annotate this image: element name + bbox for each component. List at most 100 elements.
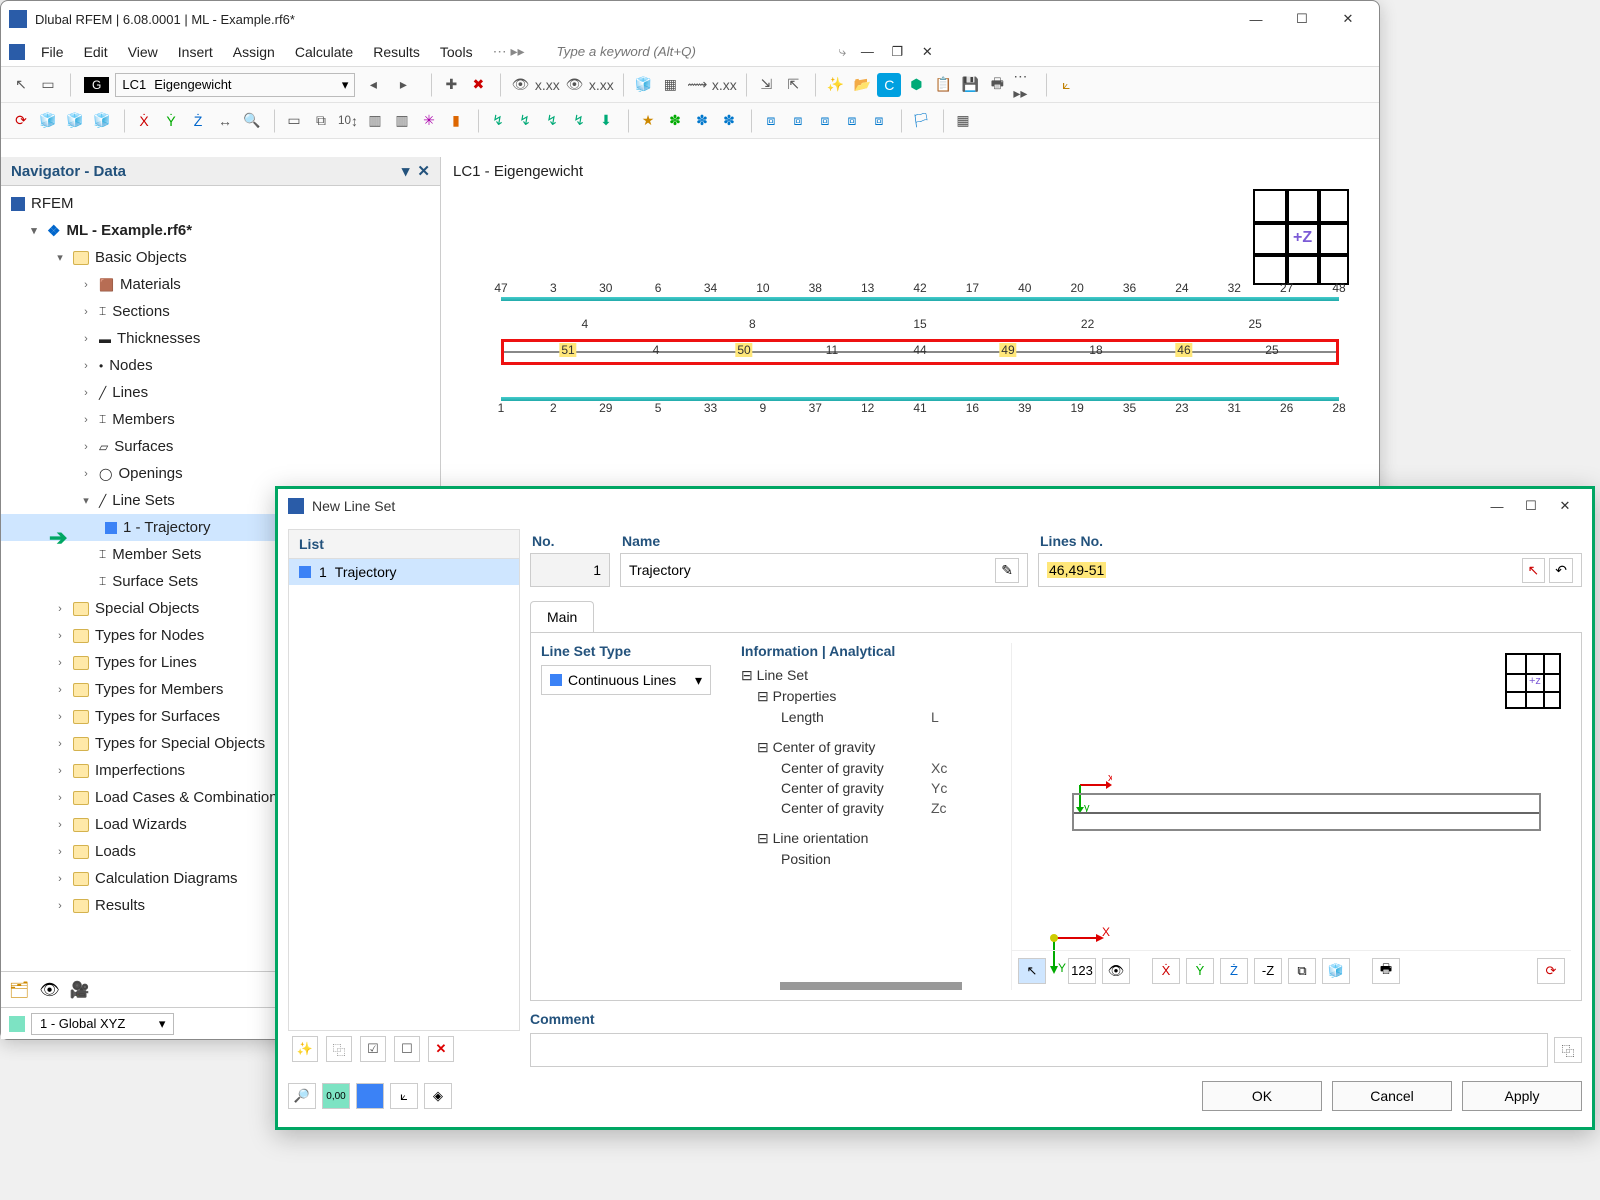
camera-icon[interactable]: 🎥 [70, 980, 90, 1000]
toolbar-icon[interactable]: ▥ [363, 109, 387, 133]
mdi-minimize[interactable]: — [854, 36, 880, 68]
preview-cube[interactable]: +z [1505, 653, 1561, 709]
tree-item-openings[interactable]: ›◯Openings [1, 460, 440, 487]
toolbar-icon[interactable]: 🧊 [631, 73, 655, 97]
toolbar-icon[interactable]: ⧈ [867, 109, 891, 133]
cloud-icon[interactable]: C [877, 73, 901, 97]
dialog-close[interactable]: ✕ [1548, 490, 1582, 522]
cancel-button[interactable]: Cancel [1332, 1081, 1452, 1111]
units-icon[interactable]: 0,00 [322, 1083, 350, 1109]
footer-icon[interactable]: 🗂 [9, 980, 29, 1000]
toolbar-icon[interactable]: ⬢ [904, 73, 928, 97]
color-icon[interactable] [356, 1083, 384, 1109]
lc-next-icon[interactable]: ▸ [391, 73, 415, 97]
loadcase-selector[interactable]: G LC1 Eigengewicht ▾ ◂ ▸ [84, 73, 415, 97]
save-icon[interactable]: 💾 [958, 73, 982, 97]
toolbar-icon[interactable]: 🧊 [63, 109, 87, 133]
cursor-icon[interactable]: ↖ [9, 73, 33, 97]
delete-item-icon[interactable]: ✕ [428, 1036, 454, 1062]
toolbar-icon[interactable]: 🧊 [90, 109, 114, 133]
lc-prev-icon[interactable]: ◂ [361, 73, 385, 97]
preview-tool-icon[interactable]: -Z [1254, 958, 1282, 984]
tree-item-nodes[interactable]: ›•Nodes [1, 352, 440, 379]
tree-item-thicknesses[interactable]: ›▬Thicknesses [1, 325, 440, 352]
toolbar-icon[interactable]: ▦ [658, 73, 682, 97]
menu-file[interactable]: File [33, 41, 72, 63]
scrollbar[interactable] [780, 982, 962, 990]
edit-icon[interactable]: ✎ [995, 558, 1019, 583]
toolbar-icon[interactable]: ⧈ [813, 109, 837, 133]
preview-tool-icon[interactable]: 123 [1068, 958, 1096, 984]
view-cube[interactable]: +Z [1253, 189, 1349, 285]
keyword-search[interactable] [555, 43, 835, 60]
toolbar-icon[interactable]: ✽ [663, 109, 687, 133]
toolbar-icon[interactable]: ▭ [282, 109, 306, 133]
comment-field[interactable] [530, 1033, 1548, 1067]
toolbar-icon[interactable]: x.xx [535, 73, 559, 97]
toolbar-icon[interactable]: 👁 [508, 73, 532, 97]
minimize-button[interactable]: — [1233, 3, 1279, 35]
menu-more-icon[interactable]: ⋯ ▸▸ [485, 40, 533, 63]
search-go-icon[interactable]: ⤷ [839, 43, 847, 60]
toolbar-icon[interactable]: ⟀ [1054, 73, 1078, 97]
tree-item-members[interactable]: ›⌶Members [1, 406, 440, 433]
toolbar-icon[interactable]: 10↕ [336, 109, 360, 133]
toolbar-icon[interactable]: 🏳 [909, 109, 933, 133]
maximize-button[interactable]: ☐ [1279, 3, 1325, 35]
preview-tool-icon[interactable]: 👁 [1102, 958, 1130, 984]
name-field[interactable]: Trajectory ✎ [620, 553, 1028, 587]
refresh-icon[interactable]: ⟳ [9, 109, 33, 133]
menu-results[interactable]: Results [365, 41, 428, 63]
toolbar-icon[interactable]: ↯ [486, 109, 510, 133]
lines-field[interactable]: 46,49-51 ↖ ↶ [1038, 553, 1582, 587]
coord-select[interactable]: 1 - Global XYZ ▾ [31, 1013, 174, 1035]
toolbar-icon[interactable]: ▦ [951, 109, 975, 133]
mdi-close[interactable]: ✕ [914, 36, 940, 68]
preview-tool-icon[interactable]: ⟳ [1537, 958, 1565, 984]
lineset-type-select[interactable]: Continuous Lines ▾ [541, 665, 711, 695]
apply-button[interactable]: Apply [1462, 1081, 1582, 1111]
uncheck-all-icon[interactable]: ☐ [394, 1036, 420, 1062]
toolbar-icon[interactable]: ⇲ [754, 73, 778, 97]
close-panel-icon[interactable]: ✕ [417, 162, 430, 180]
mdi-restore[interactable]: ❐ [884, 36, 910, 68]
eye-icon[interactable]: 👁 [39, 980, 59, 1000]
toolbar-icon[interactable]: ✽ [717, 109, 741, 133]
menu-insert[interactable]: Insert [170, 41, 221, 63]
open-icon[interactable]: 📂 [850, 73, 874, 97]
dialog-minimize[interactable]: — [1480, 490, 1514, 522]
pick-icon[interactable]: ↖ [1522, 558, 1546, 583]
toolbar-icon[interactable]: ⟿ [685, 73, 709, 97]
axis-y-icon[interactable]: Ẏ [159, 109, 183, 133]
toolbar-icon[interactable]: ↯ [567, 109, 591, 133]
dialog-preview[interactable]: +z xy X Y ↖ [1011, 643, 1571, 990]
new-icon[interactable]: ✨ [823, 73, 847, 97]
toolbar-icon[interactable]: ✳ [417, 109, 441, 133]
print-icon[interactable]: 🖶 [985, 73, 1009, 97]
tree-item-lines[interactable]: ›╱Lines [1, 379, 440, 406]
close-button[interactable]: ✕ [1325, 3, 1371, 35]
tree-item-surfaces[interactable]: ›▱Surfaces [1, 433, 440, 460]
preview-tool-icon[interactable]: ⧉ [1288, 958, 1316, 984]
menu-assign[interactable]: Assign [225, 41, 283, 63]
toolbar-icon[interactable]: x.xx [712, 73, 736, 97]
menu-view[interactable]: View [120, 41, 166, 63]
tree-basic-objects[interactable]: ▾Basic Objects [1, 244, 440, 271]
comment-library-icon[interactable]: ⿻ [1554, 1037, 1582, 1063]
toolbar-icon[interactable]: ▮ [444, 109, 468, 133]
toolbar-icon[interactable]: x.xx [589, 73, 613, 97]
undo-icon[interactable]: ↶ [1549, 558, 1573, 583]
axis-x-icon[interactable]: Ẋ [132, 109, 156, 133]
toolbar-icon[interactable]: ↔ [213, 109, 237, 133]
toolbar-icon[interactable]: ✚ [439, 73, 463, 97]
menu-calculate[interactable]: Calculate [287, 41, 361, 63]
menu-tools[interactable]: Tools [432, 41, 481, 63]
toolbar-icon[interactable]: ⬇ [594, 109, 618, 133]
toolbar-icon[interactable]: ▥ [390, 109, 414, 133]
preview-tool-icon[interactable]: 🖶 [1372, 958, 1400, 984]
axis-z-icon[interactable]: Ż [186, 109, 210, 133]
tab-main[interactable]: Main [530, 601, 594, 632]
toolbar-icon[interactable]: ⧉ [309, 109, 333, 133]
toolbar-icon[interactable]: ↯ [540, 109, 564, 133]
list-body[interactable]: 1 Trajectory [288, 559, 520, 1031]
